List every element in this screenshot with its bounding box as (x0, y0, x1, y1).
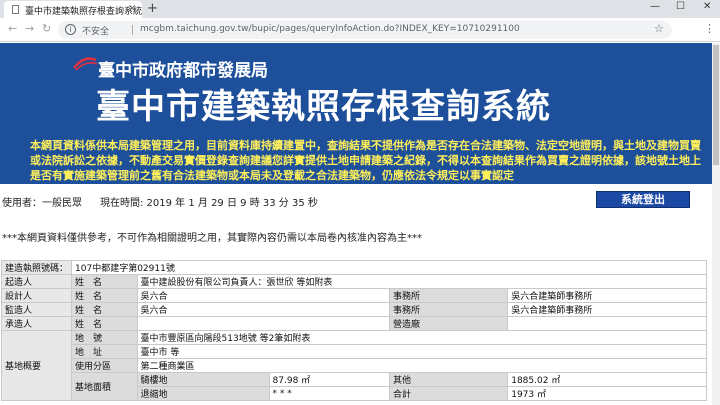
name-label: 姓 名 (71, 288, 138, 303)
table-row: 基地概要 地 號 臺中市豐原區向陽段513地號 等2筆如附表 (0, 330, 708, 401)
tab-title: 臺中市建築執照存根查詢系統 (25, 7, 143, 17)
lot-value: 臺中市豐原區向陽段513地號 等2筆如附表 (136, 330, 708, 345)
building-label: 騎樓地 (136, 372, 270, 387)
back-icon[interactable]: ← (8, 22, 17, 35)
department-name: 臺中市政府都市發展局 (98, 61, 268, 81)
reg-label: 營造廠 (388, 316, 509, 331)
supervisor-value: 吳六合 (136, 302, 390, 317)
url-text[interactable]: mcgbm.taichung.gov.tw/bupic/pages/queryI… (140, 24, 520, 34)
page-scrollbar[interactable] (712, 43, 720, 405)
lot-label: 地 號 (71, 330, 138, 345)
building-area-value: 87.98 ㎡ (268, 372, 390, 387)
close-window-icon[interactable]: ✕ (703, 1, 711, 12)
supervisor-label: 監造人 (0, 302, 73, 317)
scrollbar-thumb[interactable] (713, 45, 719, 165)
divider (132, 25, 133, 35)
total-label: 合計 (388, 386, 509, 401)
menu-icon[interactable]: ⋮ (704, 22, 715, 35)
url-field[interactable]: i 不安全 mcgbm.taichung.gov.tw/bupic/pages/… (58, 21, 672, 39)
permit-no-label: 建造執照號碼： (0, 260, 73, 275)
logout-button[interactable]: 系統登出 (596, 191, 690, 208)
table-row: 設計人 姓 名 吳六合 事務所 吳六合建築師事務所 (0, 288, 707, 303)
header-banner: 臺中市政府都市發展局 臺中市建築執照存根查詢系統 本網頁資料係供本局建築管理之用… (0, 43, 712, 184)
applicant-value: 臺中建設股份有限公司負責人：張世欣 等如附表 (136, 274, 708, 289)
contractor-value (136, 316, 390, 331)
table-row: 使用分區 第二種商業區 (2, 358, 708, 373)
designer-office-value: 吳六合建築師事務所 (507, 288, 707, 303)
forward-icon[interactable]: → (25, 22, 34, 35)
table-row: 地 址 臺中市 等 (2, 344, 708, 359)
star-icon[interactable]: ☆ (654, 22, 664, 35)
tab-close-icon[interactable]: × (128, 3, 136, 14)
table-row: 建造執照號碼： 107中都建字第02911號 (0, 260, 707, 275)
table-row: 監造人 姓 名 吳六合 事務所 吳六合建築師事務所 (0, 302, 707, 317)
tab-bar: 臺中市建築執照存根查詢系統 × + — ☐ ✕ (0, 0, 720, 18)
notice-text: 本網頁資料係供本局建築管理之用，目前資料庫持續建置中，查詢結果不提供作為是否存在… (30, 139, 701, 182)
current-time: 現在時間: 2019 年 1 月 29 日 9 時 33 分 35 秒 (100, 198, 318, 209)
user-label: 使用者：一般民眾 (2, 198, 82, 209)
setback-label: 退縮地 (136, 386, 270, 401)
setback-area-value: * * * (268, 386, 390, 401)
designer-value: 吳六合 (136, 288, 390, 303)
name-label: 姓 名 (71, 316, 138, 331)
insecure-label: 不安全 (82, 27, 110, 37)
applicant-label: 起造人 (0, 274, 73, 289)
permit-no-value: 107中都建字第02911號 (71, 260, 707, 275)
addr-value: 臺中市 等 (136, 344, 708, 359)
table-row: 承造人 姓 名 營造廠 (0, 316, 707, 331)
minimize-icon[interactable]: — (650, 1, 660, 12)
area-label: 基地面積 (71, 372, 138, 401)
table-row: 基地面積 騎樓地 87.98 ㎡ 其他 1885.02 ㎡ (2, 372, 707, 401)
contractor-label: 承造人 (0, 316, 73, 331)
contractor-reg-value (507, 316, 707, 331)
logo-swirl-icon (73, 57, 98, 71)
supervisor-office-value: 吳六合建築師事務所 (507, 302, 707, 317)
addr-label: 地 址 (71, 344, 138, 359)
site-label: 基地概要 (0, 330, 73, 401)
browser-tab[interactable]: 臺中市建築執照存根查詢系統 × (4, 1, 142, 18)
office-label: 事務所 (388, 302, 509, 317)
designer-label: 設計人 (0, 288, 73, 303)
permit-table: 建造執照號碼： 107中都建字第02911號 起造人 姓 名 臺中建設股份有限公… (0, 260, 708, 401)
zone-value: 第二種商業區 (136, 358, 708, 373)
status-row: 使用者：一般民眾 現在時間: 2019 年 1 月 29 日 9 時 33 分 … (0, 191, 712, 209)
page-icon (12, 5, 19, 14)
table-row: 起造人 姓 名 臺中建設股份有限公司負責人：張世欣 等如附表 (0, 274, 708, 289)
new-tab-button[interactable]: + (147, 1, 158, 16)
other-area-value: 1885.02 ㎡ (507, 372, 707, 387)
name-label: 姓 名 (71, 302, 138, 317)
reload-icon[interactable]: ↻ (42, 22, 51, 35)
address-bar: ← → ↻ i 不安全 mcgbm.taichung.gov.tw/bupic/… (0, 18, 720, 42)
zone-label: 使用分區 (71, 358, 138, 373)
info-icon[interactable]: i (65, 24, 76, 35)
office-label: 事務所 (388, 288, 509, 303)
disclaimer-text: ***本網頁資料僅供參考，不可作為相關證明之用，其實際內容仍需以本局卷內核准內容… (2, 233, 422, 244)
total-area-value: 1973 ㎡ (507, 386, 707, 401)
system-title: 臺中市建築執照存根查詢系統 (96, 87, 551, 127)
other-label: 其他 (388, 372, 509, 387)
name-label: 姓 名 (71, 274, 138, 289)
maximize-icon[interactable]: ☐ (676, 1, 685, 12)
